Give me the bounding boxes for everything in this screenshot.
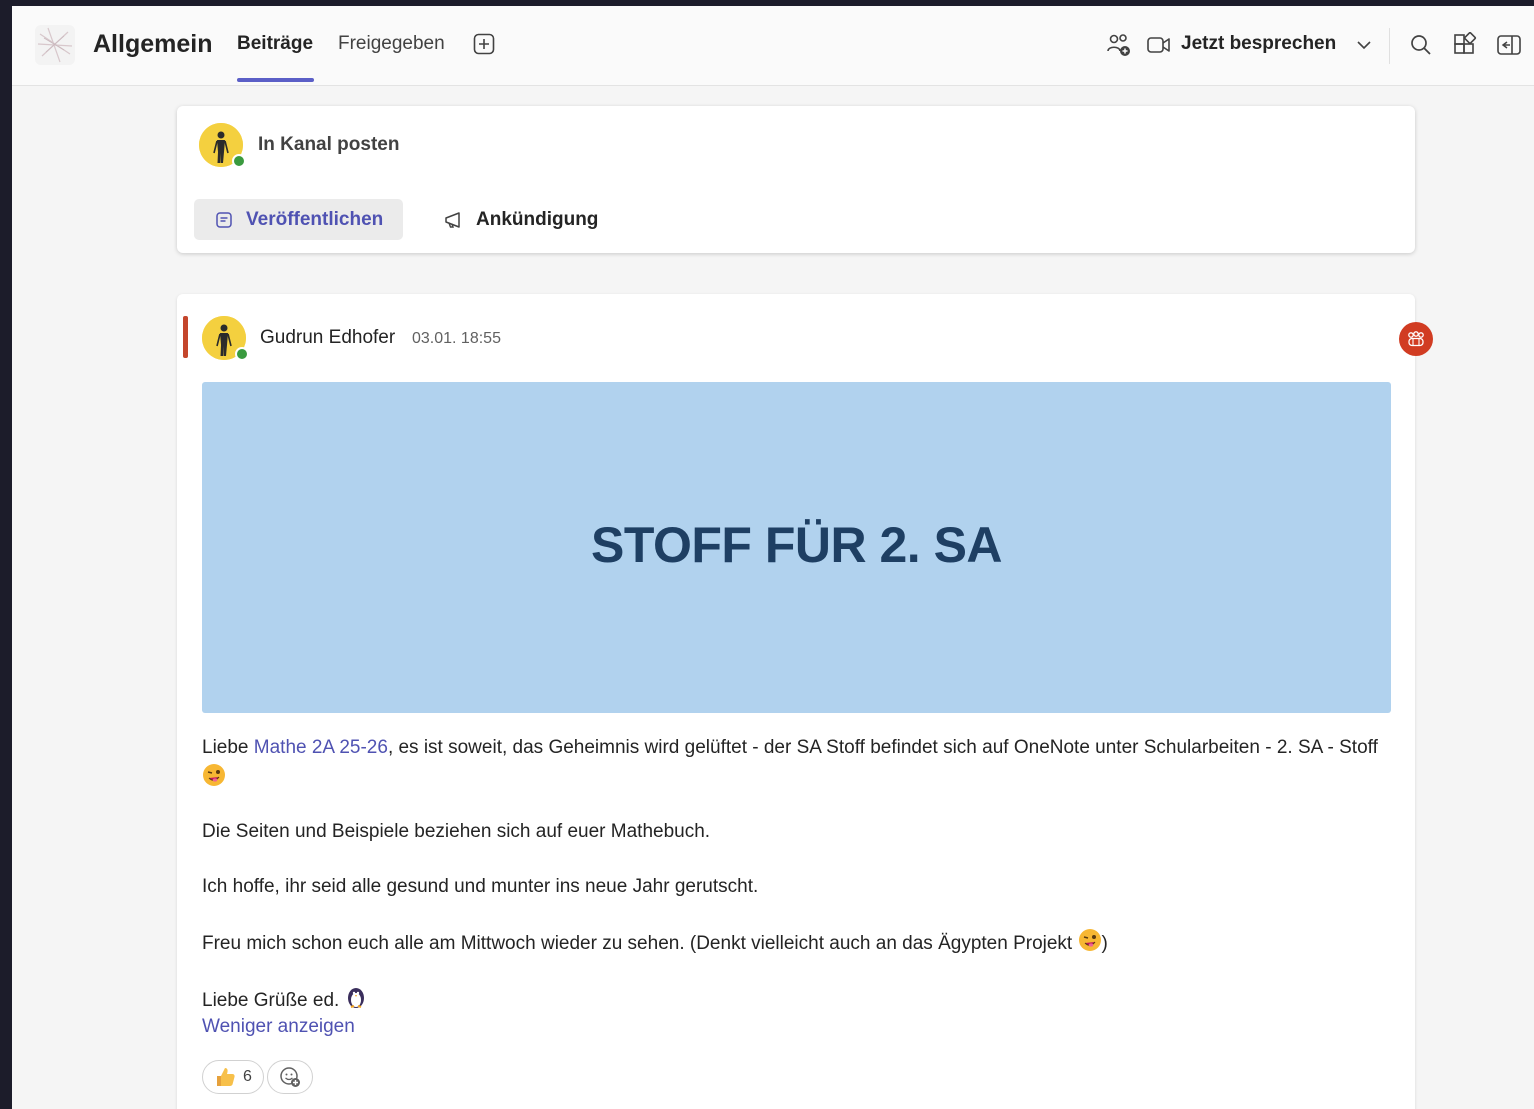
team-logo-icon[interactable] [34, 24, 76, 66]
announcement-button[interactable]: Ankündigung [443, 199, 623, 240]
add-reaction-icon [280, 1067, 300, 1087]
post-icon [216, 212, 232, 228]
post-timestamp: 03.01. 18:55 [412, 330, 501, 347]
compose-box: In Kanal posten Veröffentlichen Ankündig… [177, 106, 1415, 253]
search-icon[interactable] [1408, 32, 1434, 58]
apps-icon[interactable] [1452, 32, 1478, 58]
mention-group-icon [1399, 322, 1433, 356]
post-paragraph-4: Freu mich schon euch alle am Mittwoch wi… [202, 928, 1392, 959]
meet-now-button[interactable]: Jetzt besprechen [1181, 33, 1336, 55]
like-count: 6 [243, 1068, 252, 1085]
post-paragraph-2: Die Seiten und Beispiele beziehen sich a… [202, 821, 711, 842]
post-paragraph-3: Ich hoffe, ihr seid alle gesund und munt… [202, 876, 759, 897]
avatar[interactable] [199, 123, 246, 168]
post-author[interactable]: Gudrun Edhofer [260, 327, 395, 349]
author-avatar[interactable] [202, 316, 249, 361]
paragraph-1-text: , es ist soweit, das Geheimnis wird gelü… [387, 737, 1378, 758]
megaphone-icon [445, 212, 460, 228]
teams-window: Allgemein Beiträge Freigegeben Jetzt bes… [12, 6, 1534, 1109]
publish-button[interactable]: Veröffentlichen [194, 199, 403, 240]
channel-mention-link[interactable]: Mathe 2A 25-26 [254, 737, 388, 758]
thumbs-up-icon [217, 1068, 235, 1086]
side-panel-icon[interactable] [1496, 32, 1522, 58]
tab-posts[interactable]: Beiträge [237, 33, 313, 55]
banner-title: STOFF FÜR 2. SA [590, 516, 1003, 573]
announcement-label: Ankündigung [476, 209, 599, 230]
post-banner-image[interactable]: STOFF FÜR 2. SA [202, 382, 1391, 713]
important-indicator [183, 316, 188, 358]
people-add-icon[interactable] [1106, 32, 1132, 58]
signature-text: Liebe Grüße ed. [202, 990, 340, 1011]
channel-post: Gudrun Edhofer 03.01. 18:55 STOFF FÜR 2.… [177, 294, 1433, 1109]
chevron-down-icon[interactable] [1353, 34, 1375, 56]
add-reaction-button[interactable] [267, 1060, 313, 1094]
greeting-text: Liebe [202, 737, 254, 758]
video-camera-icon[interactable] [1146, 32, 1172, 58]
header-separator [1389, 28, 1390, 64]
presence-available-icon [235, 347, 249, 361]
active-tab-indicator [237, 78, 314, 82]
presence-available-icon [232, 154, 246, 168]
publish-label: Veröffentlichen [246, 209, 384, 230]
post-signature: Liebe Grüße ed. [202, 985, 1392, 1016]
channel-header: Allgemein Beiträge Freigegeben Jetzt bes… [12, 6, 1534, 86]
add-tab-icon[interactable] [473, 33, 495, 55]
paragraph-4-text: Freu mich schon euch alle am Mittwoch wi… [202, 933, 1073, 954]
penguin-emoji-icon [347, 988, 364, 1008]
tab-shared[interactable]: Freigegeben [338, 33, 445, 55]
show-less-link[interactable]: Weniger anzeigen [202, 1012, 355, 1042]
post-in-channel-prompt[interactable]: In Kanal posten [258, 134, 399, 156]
channel-title: Allgemein [93, 30, 213, 58]
wink-emoji-icon [203, 764, 225, 786]
wink-emoji-icon [1078, 929, 1101, 951]
paragraph-4-end: ) [1101, 933, 1108, 954]
like-reaction[interactable]: 6 [202, 1060, 264, 1094]
post-paragraph-1: Liebe Mathe 2A 25-26, es ist soweit, das… [202, 733, 1392, 794]
